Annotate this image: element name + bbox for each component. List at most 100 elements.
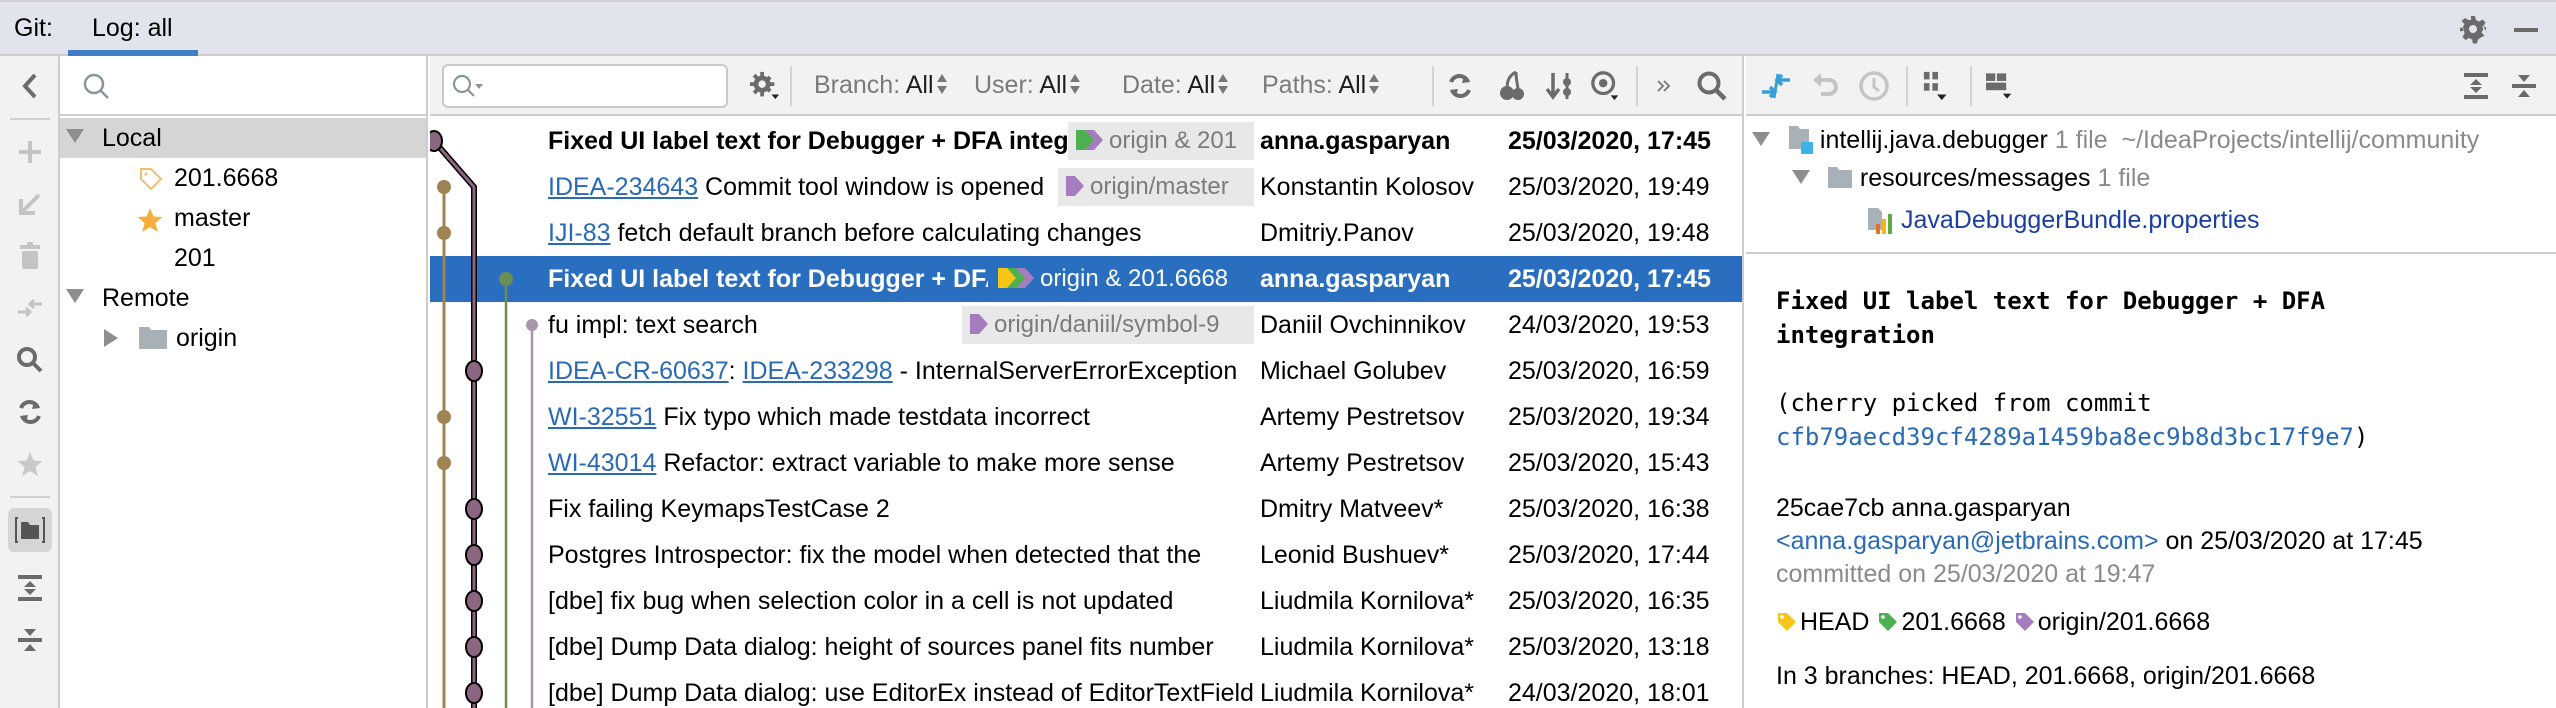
- sort-graph-icon[interactable]: [1544, 70, 1576, 102]
- commit-row[interactable]: [dbe] fix bug when selection color in a …: [430, 578, 1742, 624]
- branch-tree-item[interactable]: Remote: [60, 278, 426, 318]
- cherry-pick-hash-link[interactable]: cfb79aecd39cf4289a1459ba8ec9b8d3bc17f9e7: [1776, 423, 2354, 451]
- file-node[interactable]: JavaDebuggerBundle.properties: [1866, 204, 2260, 244]
- commit-refs: HEAD 201.6668 origin/201.6668: [1776, 608, 2218, 637]
- expand-arrow-icon[interactable]: [104, 329, 118, 347]
- commit-subject: IDEA-234643 Commit tool window is opened: [548, 173, 1058, 202]
- folder-icon: [1827, 167, 1852, 188]
- expand-arrow-icon[interactable]: [1752, 132, 1770, 146]
- commit-row[interactable]: IDEA-CR-60637: IDEA-233298 - InternalSer…: [430, 348, 1742, 394]
- commit-message-line: Fixed UI label text for Debugger + DFA: [1776, 287, 2326, 315]
- search-commit-icon[interactable]: [1696, 70, 1728, 102]
- commit-row[interactable]: WI-32551 Fix typo which made testdata in…: [430, 394, 1742, 440]
- delete-branch-button[interactable]: [8, 234, 52, 278]
- show-diff-icon[interactable]: [1760, 70, 1792, 102]
- favorite-star-icon[interactable]: [8, 442, 52, 486]
- filter-branch[interactable]: Branch: All: [814, 71, 947, 100]
- group-by-directory-icon[interactable]: [8, 508, 52, 552]
- fetch-refresh-icon[interactable]: [8, 390, 52, 434]
- issue-link[interactable]: WI-43014: [548, 449, 656, 477]
- branch-tree-item[interactable]: 201.6668: [60, 158, 426, 198]
- filter-date[interactable]: Date: All: [1122, 71, 1229, 100]
- minimize-icon[interactable]: [2514, 28, 2538, 32]
- text-filter-input[interactable]: [442, 64, 728, 108]
- group-by-icon[interactable]: [1922, 70, 1954, 102]
- issue-link[interactable]: IDEA-234643: [548, 173, 698, 201]
- new-branch-button[interactable]: [8, 130, 52, 174]
- commit-author: Liudmila Kornilova*: [1260, 679, 1500, 708]
- commit-author: anna.gasparyan: [1260, 265, 1500, 294]
- ref-badge[interactable]: origin & 201: [1068, 122, 1254, 160]
- branch-tree-item[interactable]: master: [60, 198, 426, 238]
- collapse-all-icon[interactable]: [8, 618, 52, 662]
- compare-branches-button[interactable]: [8, 286, 52, 330]
- commit-row[interactable]: IJI-83 fetch default branch before calcu…: [430, 210, 1742, 256]
- search-history-icon: [452, 74, 483, 97]
- commit-row[interactable]: [dbe] Dump Data dialog: height of source…: [430, 624, 1742, 670]
- issue-link[interactable]: IJI-83: [548, 219, 611, 247]
- toolbar-separator: [1970, 66, 1972, 106]
- commit-row[interactable]: [dbe] Dump Data dialog: use EditorEx ins…: [430, 670, 1742, 708]
- issue-link[interactable]: WI-32551: [548, 403, 656, 431]
- commit-subject: Postgres Introspector: fix the model whe…: [548, 541, 1260, 570]
- issue-link[interactable]: IDEA-233298: [743, 357, 893, 385]
- branch-tree-item[interactable]: origin: [60, 318, 426, 358]
- commit-row[interactable]: WI-43014 Refactor: extract variable to m…: [430, 440, 1742, 486]
- commit-row[interactable]: Fixed UI label text for Debugger + DFA i…: [430, 256, 1742, 302]
- settings-gear-icon[interactable]: [2458, 14, 2488, 44]
- commit-date: 25/03/2020, 17:45: [1508, 265, 1711, 293]
- commit-message: Fixed UI label text for Debugger + DFA i…: [1776, 284, 2536, 454]
- file-name: JavaDebuggerBundle.properties: [1900, 206, 2260, 234]
- module-icon: [1788, 126, 1813, 154]
- ref-badge[interactable]: origin & 201.6668: [990, 260, 1254, 298]
- search-branch-icon[interactable]: [8, 338, 52, 382]
- ref-tags-icon: [1076, 130, 1103, 150]
- commit-row[interactable]: Postgres Introspector: fix the model whe…: [430, 532, 1742, 578]
- layout-options-icon[interactable]: [1986, 70, 2018, 102]
- graph-commit-node: [437, 180, 451, 194]
- commit-row[interactable]: Fixed UI label text for Debugger + DFA i…: [430, 118, 1742, 164]
- branch-tree-item[interactable]: Local: [60, 118, 426, 158]
- branch-tree-item[interactable]: 201: [60, 238, 426, 278]
- expand-all-icon[interactable]: [8, 566, 52, 610]
- author-email-link[interactable]: <anna.gasparyan@jetbrains.com>: [1776, 527, 2159, 555]
- commit-subject: [dbe] fix bug when selection color in a …: [548, 587, 1260, 616]
- updown-arrows-icon: [936, 72, 947, 96]
- expand-arrow-icon[interactable]: [1792, 170, 1810, 184]
- cherry-pick-icon[interactable]: [1496, 70, 1528, 102]
- ref-badge[interactable]: origin/daniil/symbol-9: [962, 306, 1254, 344]
- history-clock-icon[interactable]: [1858, 70, 1890, 102]
- filter-paths[interactable]: Paths: All: [1262, 71, 1380, 100]
- expand-arrow-icon[interactable]: [66, 289, 84, 303]
- ref-badge[interactable]: origin/master: [1058, 168, 1254, 206]
- star-icon: [137, 208, 163, 232]
- expand-all-details-icon[interactable]: [2460, 70, 2492, 102]
- filter-user[interactable]: User: All: [974, 71, 1081, 100]
- issue-link[interactable]: IDEA-CR-60637: [548, 357, 729, 385]
- expand-arrow-icon[interactable]: [66, 129, 84, 143]
- more-actions-icon[interactable]: [1648, 70, 1680, 102]
- commit-date: 25/03/2020, 19:48: [1508, 219, 1710, 247]
- update-selected-button[interactable]: [8, 182, 52, 226]
- commit-row[interactable]: Fix failing KeymapsTestCase 2 Dmitry Matv…: [430, 486, 1742, 532]
- hide-branches-button[interactable]: [8, 64, 52, 108]
- module-node[interactable]: intellij.java.debugger 1 file ~/IdeaProj…: [1752, 124, 2479, 164]
- log-toolbar: Branch: All User: All Date: All Paths: All: [430, 56, 1742, 116]
- collapse-all-details-icon[interactable]: [2508, 70, 2540, 102]
- view-options-eye-icon[interactable]: [1590, 70, 1622, 102]
- branch-label: 201.6668: [174, 164, 279, 192]
- refresh-icon[interactable]: [1444, 70, 1476, 102]
- commit-message-text: [dbe] fix bug when selection color in a …: [548, 587, 1174, 615]
- containing-branches: In 3 branches: HEAD, 201.6668, origin/20…: [1776, 662, 2316, 690]
- revert-icon[interactable]: [1810, 70, 1842, 102]
- commit-row[interactable]: IDEA-234643 Commit tool window is opened…: [430, 164, 1742, 210]
- commit-date: 25/03/2020, 17:44: [1508, 541, 1710, 569]
- graph-commit-node: [437, 456, 451, 470]
- log-settings-gear-icon[interactable]: [748, 70, 780, 102]
- branch-search-input[interactable]: [60, 56, 426, 116]
- tab-log-all[interactable]: Log: all: [68, 2, 198, 56]
- folder-node[interactable]: resources/messages 1 file: [1792, 164, 2150, 204]
- commit-date: 24/03/2020, 19:53: [1508, 311, 1710, 339]
- commit-row[interactable]: fu impl: text search origin/daniil/symbol…: [430, 302, 1742, 348]
- graph-commit-node: [437, 410, 451, 424]
